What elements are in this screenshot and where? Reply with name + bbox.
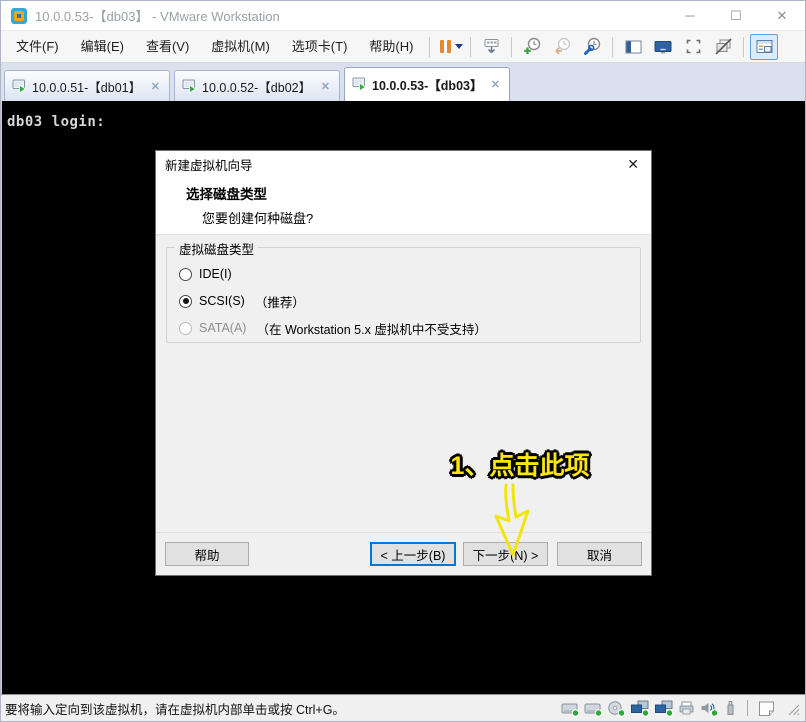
hard-disk-icon[interactable] — [561, 700, 580, 717]
toolbar-separator — [429, 37, 430, 57]
groupbox-label: 虚拟磁盘类型 — [175, 239, 258, 258]
unity-mode-button[interactable] — [709, 34, 737, 60]
window-title: 10.0.0.53-【db03】 - VMware Workstation — [35, 6, 280, 25]
vm-powered-on-icon — [352, 77, 367, 92]
tab-label: 10.0.0.52-【db02】 — [202, 77, 311, 96]
tab-close-icon[interactable]: ✕ — [319, 78, 332, 95]
dialog-header: 选择磁盘类型 您要创建何种磁盘? — [156, 178, 651, 234]
message-log-icon[interactable] — [757, 700, 776, 717]
tab-label: 10.0.0.53-【db03】 — [372, 75, 482, 94]
revert-snapshot-button[interactable] — [548, 34, 576, 60]
radio-option-ide[interactable]: IDE(I) — [179, 263, 640, 285]
sidebar-panel-icon — [624, 38, 643, 56]
radio-disabled-icon — [179, 322, 192, 335]
dialog-footer: 帮助 < 上一步(B) 下一步(N) > 取消 — [156, 532, 651, 575]
menu-vm[interactable]: 虚拟机(M) — [200, 31, 281, 62]
unity-mode-icon — [714, 37, 733, 56]
dialog-title-bar[interactable]: 新建虚拟机向导 ✕ — [156, 151, 651, 178]
usb-icon[interactable] — [723, 700, 738, 717]
cancel-button[interactable]: 取消 — [557, 542, 642, 566]
dialog-content: 虚拟磁盘类型 IDE(I) SCSI(S) （推荐） SATA(A) （在 Wo… — [156, 235, 651, 532]
status-bar: 要将输入定向到该虚拟机，请在虚拟机内部单击或按 Ctrl+G。 — [1, 694, 805, 721]
new-vm-wizard-dialog: 新建虚拟机向导 ✕ 选择磁盘类型 您要创建何种磁盘? 虚拟磁盘类型 IDE(I)… — [155, 150, 652, 576]
disk-type-groupbox: 虚拟磁盘类型 IDE(I) SCSI(S) （推荐） SATA(A) （在 Wo… — [166, 247, 641, 343]
dialog-heading: 选择磁盘类型 — [186, 183, 651, 203]
next-button[interactable]: 下一步(N) > — [463, 542, 548, 566]
cd-dvd-icon[interactable] — [607, 700, 626, 717]
show-library-button[interactable] — [750, 34, 778, 60]
tab-db01[interactable]: 10.0.0.51-【db01】 ✕ — [4, 70, 170, 101]
resize-grip[interactable] — [786, 702, 801, 717]
vm-powered-on-icon — [12, 79, 27, 94]
window-controls: ─ ☐ ✕ — [667, 1, 805, 30]
radio-label: SATA(A) — [199, 321, 246, 335]
menu-tabs[interactable]: 选项卡(T) — [281, 31, 359, 62]
maximize-button[interactable]: ☐ — [713, 1, 759, 30]
menu-toolbar: 文件(F) 编辑(E) 查看(V) 虚拟机(M) 选项卡(T) 帮助(H) — [1, 31, 805, 63]
menu-edit[interactable]: 编辑(E) — [70, 31, 135, 62]
tab-close-icon[interactable]: ✕ — [149, 78, 162, 95]
take-snapshot-button[interactable] — [518, 34, 546, 60]
fullscreen-icon — [684, 37, 703, 56]
revert-snapshot-icon — [553, 37, 572, 56]
vmware-logo-icon — [11, 8, 27, 24]
close-button[interactable]: ✕ — [759, 1, 805, 30]
title-bar: 10.0.0.53-【db03】 - VMware Workstation ─ … — [1, 1, 805, 31]
manage-snapshots-button[interactable] — [578, 34, 606, 60]
help-button[interactable]: 帮助 — [165, 542, 249, 566]
toolbar-separator — [511, 37, 512, 57]
dialog-question: 您要创建何种磁盘? — [202, 208, 651, 227]
toolbar-separator — [470, 37, 471, 57]
dialog-close-icon[interactable]: ✕ — [624, 156, 642, 173]
printer-icon[interactable] — [678, 700, 696, 717]
radio-note: （推荐） — [255, 292, 305, 311]
device-status-icons — [561, 700, 801, 717]
send-ctrl-alt-del-button[interactable] — [477, 34, 505, 60]
radio-option-sata: SATA(A) （在 Workstation 5.x 虚拟机中不受支持） — [179, 317, 640, 339]
menu-file[interactable]: 文件(F) — [5, 31, 70, 62]
tab-db02[interactable]: 10.0.0.52-【db02】 ✕ — [174, 70, 340, 101]
toolbar-separator — [612, 37, 613, 57]
statusbar-separator — [747, 700, 748, 716]
toolbar-separator — [743, 37, 744, 57]
hard-disk-2-icon[interactable] — [584, 700, 603, 717]
sound-icon[interactable] — [700, 700, 719, 717]
console-view-icon — [653, 38, 673, 56]
tab-db03-active[interactable]: 10.0.0.53-【db03】 ✕ — [344, 67, 510, 101]
menu-help[interactable]: 帮助(H) — [358, 31, 424, 62]
tab-close-icon[interactable]: ✕ — [489, 76, 502, 93]
console-view-button[interactable] — [649, 34, 677, 60]
back-button[interactable]: < 上一步(B) — [370, 542, 456, 566]
radio-option-scsi[interactable]: SCSI(S) （推荐） — [179, 290, 640, 312]
network-adapter-2-icon[interactable] — [654, 700, 674, 717]
tab-bar: 10.0.0.51-【db01】 ✕ 10.0.0.52-【db02】 ✕ 10… — [1, 63, 805, 101]
vmware-workstation-window: 10.0.0.53-【db03】 - VMware Workstation ─ … — [0, 0, 806, 722]
dialog-title: 新建虚拟机向导 — [165, 155, 253, 174]
pause-icon — [438, 40, 453, 53]
radio-label: IDE(I) — [199, 267, 232, 281]
radio-selected-icon[interactable] — [179, 295, 192, 308]
library-panel-icon — [755, 38, 774, 56]
network-adapter-icon[interactable] — [630, 700, 650, 717]
radio-note: （在 Workstation 5.x 虚拟机中不受支持） — [256, 319, 486, 338]
radio-label: SCSI(S) — [199, 294, 245, 308]
ctrl-alt-del-icon — [482, 37, 501, 56]
pause-button[interactable] — [436, 34, 464, 60]
menu-view[interactable]: 查看(V) — [135, 31, 200, 62]
radio-icon[interactable] — [179, 268, 192, 281]
console-login-prompt: db03 login: — [7, 114, 105, 130]
manage-snapshots-icon — [583, 37, 602, 56]
chevron-down-icon — [455, 44, 463, 49]
fullscreen-button[interactable] — [679, 34, 707, 60]
vm-powered-on-icon — [182, 79, 197, 94]
show-sidebar-button[interactable] — [619, 34, 647, 60]
status-message: 要将输入定向到该虚拟机，请在虚拟机内部单击或按 Ctrl+G。 — [5, 699, 345, 718]
minimize-button[interactable]: ─ — [667, 1, 713, 30]
tab-label: 10.0.0.51-【db01】 — [32, 77, 141, 96]
take-snapshot-icon — [523, 37, 542, 56]
